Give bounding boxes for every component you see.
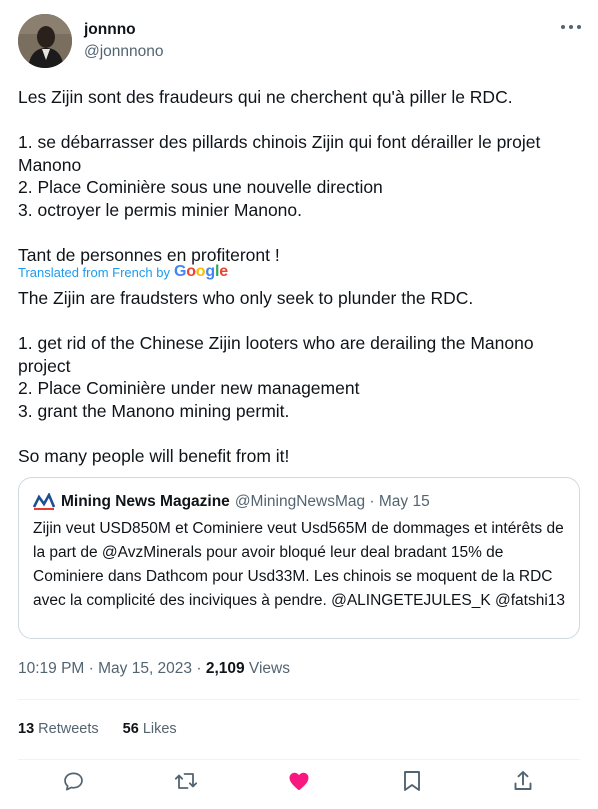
retweets-count: 13	[18, 721, 35, 737]
divider	[18, 759, 580, 760]
retweets-stat[interactable]: 13 Retweets	[18, 721, 99, 737]
quote-author-name[interactable]: Mining News Magazine	[61, 493, 230, 511]
user-handle[interactable]: @jonnnono	[84, 42, 164, 62]
more-icon[interactable]	[561, 20, 581, 34]
retweets-label: Retweets	[34, 721, 99, 737]
heart-icon[interactable]	[286, 768, 312, 794]
tweet-text: Les Zijin sont des fraudeurs qui ne cher…	[18, 87, 541, 265]
translated-label: Translated from French by	[18, 264, 170, 280]
quote-text: Zijin veut USD850M et Cominiere veut Usd…	[33, 520, 566, 609]
translated-text: The Zijin are fraudsters who only seek t…	[18, 288, 534, 466]
translation-attribution: Translated from French by Google	[18, 263, 228, 281]
divider	[18, 699, 580, 700]
tweet-timestamp: 10:19 PM · May 15, 2023 · 2,109 Views	[18, 659, 290, 679]
share-icon[interactable]	[510, 768, 536, 794]
views-count: 2,109	[205, 660, 245, 677]
tweet-header: jonnno @jonnnono	[18, 14, 583, 70]
bookmark-icon[interactable]	[399, 768, 425, 794]
timestamp-text[interactable]: 10:19 PM · May 15, 2023 ·	[18, 660, 206, 677]
mining-news-logo-icon	[32, 492, 56, 511]
likes-stat[interactable]: 56 Likes	[123, 721, 177, 737]
views-label: Views	[244, 660, 290, 677]
likes-count: 56	[122, 721, 139, 737]
retweet-icon[interactable]	[173, 768, 199, 794]
google-logo: Google	[173, 263, 228, 280]
reply-icon[interactable]	[60, 768, 86, 794]
quote-handle-date: @MiningNewsMag · May 15	[234, 493, 430, 510]
display-name[interactable]: jonnno	[84, 20, 164, 40]
likes-label: Likes	[138, 721, 177, 737]
tweet-stats: 13 Retweets 56 Likes	[18, 719, 197, 739]
quoted-tweet[interactable]: Mining News Magazine @MiningNewsMag · Ma…	[18, 477, 580, 639]
avatar[interactable]	[18, 14, 72, 68]
action-bar	[0, 768, 598, 798]
